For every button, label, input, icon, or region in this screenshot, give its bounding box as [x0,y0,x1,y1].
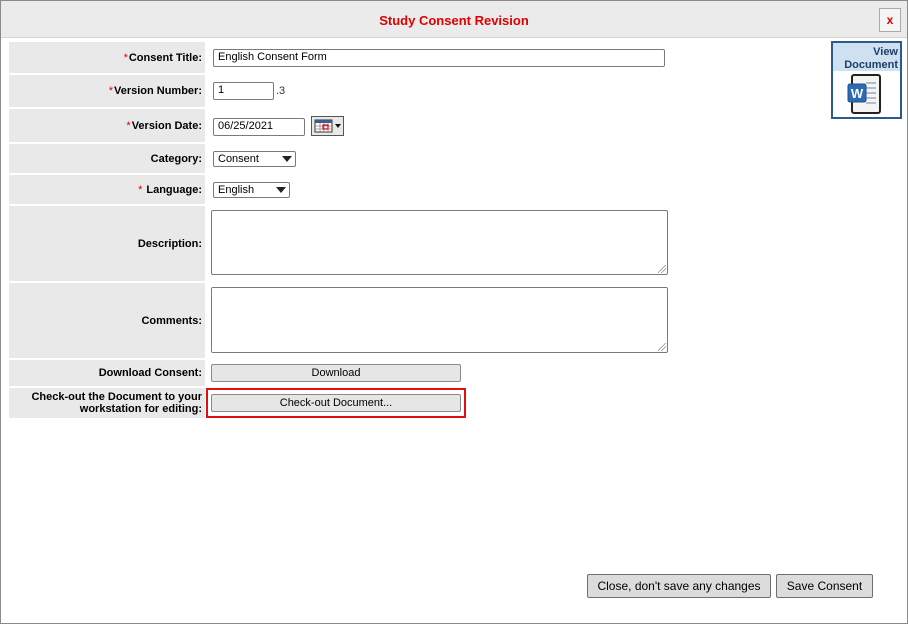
resize-grip-icon[interactable] [658,265,666,273]
language-select[interactable]: English [213,182,290,198]
version-number-label: * Version Number: [9,75,205,107]
comments-textarea[interactable] [211,287,668,353]
version-date-input[interactable]: 06/25/2021 [213,118,305,136]
checkout-label: Check-out the Document to your workstati… [9,388,205,418]
version-number-input[interactable]: 1 [213,82,274,100]
view-document-label: View Document [833,43,900,71]
required-marker: * [108,85,113,97]
close-button[interactable]: x [879,8,901,32]
chevron-down-icon [282,156,292,162]
description-textarea[interactable] [211,210,668,275]
word-document-icon: W [847,74,881,114]
date-picker-button[interactable] [311,116,344,136]
category-label: Category: [9,144,205,173]
chevron-down-icon [276,187,286,193]
category-selected-value: Consent [218,153,259,165]
close-without-saving-button[interactable]: Close, don't save any changes [587,574,771,598]
calendar-icon [314,119,341,133]
language-selected-value: English [218,184,255,196]
view-document-button[interactable]: View Document W [831,41,902,119]
save-consent-button[interactable]: Save Consent [776,574,873,598]
download-button[interactable]: Download [211,364,461,382]
consent-title-input[interactable]: English Consent Form [213,49,665,67]
required-marker: * [123,51,128,64]
consent-title-label: * Consent Title: [9,42,205,73]
resize-grip-icon[interactable] [658,343,666,351]
svg-text:W: W [851,86,864,101]
consent-revision-dialog: Study Consent Revision x * Consent Title… [0,0,908,624]
required-marker: * [126,119,131,132]
version-date-label: * Version Date: [9,109,205,142]
checkout-document-button[interactable]: Check-out Document... [211,394,461,412]
comments-label: Comments: [9,283,205,358]
dialog-title: Study Consent Revision [379,13,529,28]
version-suffix: .3 [276,85,286,97]
required-marker: * [138,183,143,196]
language-label: * Language: [9,175,205,204]
dialog-titlebar: Study Consent Revision x [1,1,907,38]
description-label: Description: [9,206,205,281]
download-consent-label: Download Consent: [9,360,205,386]
category-select[interactable]: Consent [213,151,296,167]
